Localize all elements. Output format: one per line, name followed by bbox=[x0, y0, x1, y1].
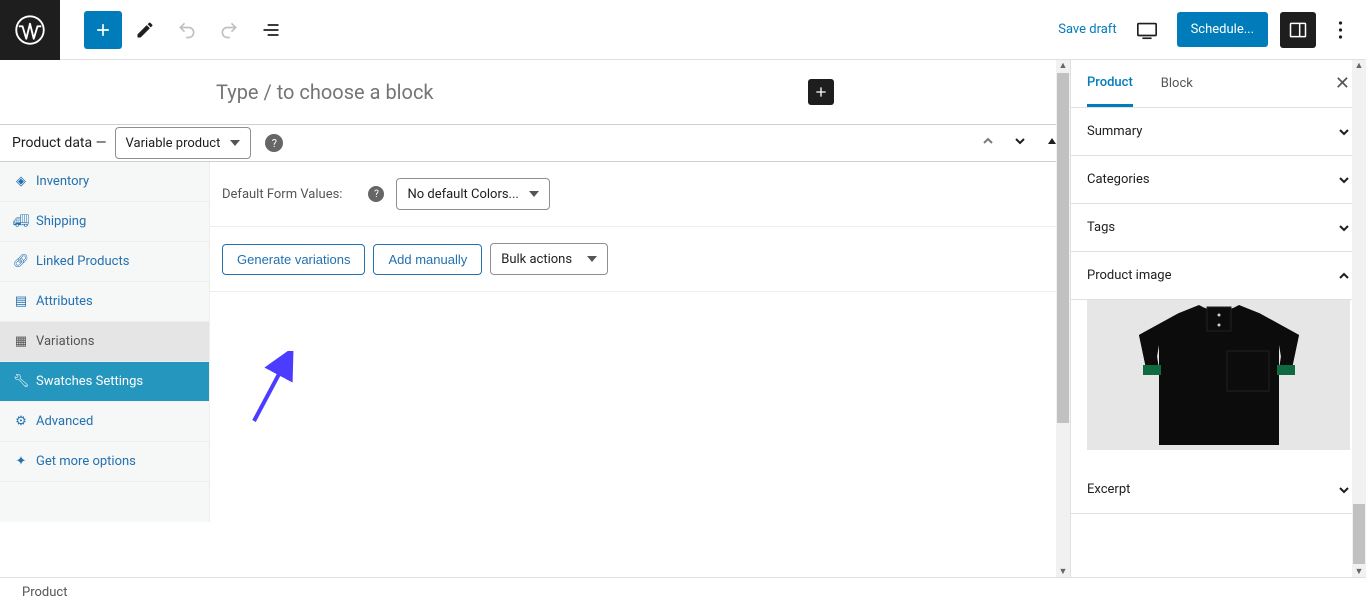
tab-advanced[interactable]: ⚙ Advanced bbox=[0, 402, 209, 442]
wordpress-logo[interactable] bbox=[0, 0, 60, 60]
chevron-down-icon bbox=[1338, 174, 1350, 186]
bulk-actions-select[interactable]: Bulk actions bbox=[490, 243, 608, 275]
section-label: Product image bbox=[1087, 268, 1172, 283]
grid-icon: ▦ bbox=[14, 334, 28, 349]
tab-swatches-settings[interactable]: 🔧︎ Swatches Settings bbox=[0, 362, 209, 402]
toolbar-right: Save draft Schedule... bbox=[1058, 12, 1366, 48]
link-icon: 🔗︎ bbox=[14, 254, 28, 269]
chevron-down-icon bbox=[1338, 484, 1350, 496]
undo-button[interactable] bbox=[168, 11, 206, 49]
panel-down-icon[interactable] bbox=[1014, 135, 1026, 151]
default-form-label: Default Form Values: bbox=[222, 187, 342, 202]
panel-up-icon[interactable] bbox=[982, 135, 994, 151]
block-placeholder-text: Type / to choose a block bbox=[216, 80, 434, 104]
close-icon[interactable]: ✕ bbox=[1335, 73, 1350, 94]
tab-label: Variations bbox=[36, 334, 94, 349]
gear-icon: ⚙ bbox=[14, 414, 28, 429]
inline-add-block-button[interactable] bbox=[808, 79, 834, 105]
tab-linked-products[interactable]: 🔗︎ Linked Products bbox=[0, 242, 209, 282]
product-type-select[interactable]: Variable product bbox=[115, 127, 252, 159]
product-data-body: ◈Inventory 🚚︎Shipping 🔗︎Linked Products … bbox=[0, 162, 1070, 522]
product-type-selected: Variable product bbox=[126, 136, 221, 151]
product-image bbox=[1087, 300, 1350, 450]
section-label: Summary bbox=[1087, 124, 1142, 139]
add-manually-button[interactable]: Add manually bbox=[373, 244, 482, 275]
section-label: Categories bbox=[1087, 172, 1150, 187]
default-form-selected: No default Colors... bbox=[407, 187, 518, 202]
list-icon: ▤ bbox=[14, 294, 28, 309]
plus-icon: ✦ bbox=[14, 454, 28, 469]
section-label: Excerpt bbox=[1087, 482, 1130, 497]
tab-label: Shipping bbox=[36, 214, 86, 229]
product-image-preview[interactable] bbox=[1071, 300, 1366, 466]
tab-label: Linked Products bbox=[36, 254, 129, 269]
product-data-content: Default Form Values: ? No default Colors… bbox=[210, 162, 1070, 522]
tab-label: Attributes bbox=[36, 294, 93, 309]
editor-main: Type / to choose a block Product data — … bbox=[0, 60, 1070, 577]
tab-get-more-options[interactable]: ✦ Get more options bbox=[0, 442, 209, 482]
sidebar-section-summary[interactable]: Summary bbox=[1071, 108, 1366, 156]
settings-sidebar: Product Block ✕ Summary Categories Tags … bbox=[1070, 60, 1366, 577]
default-form-select[interactable]: No default Colors... bbox=[396, 178, 549, 210]
breadcrumb-item[interactable]: Product bbox=[22, 585, 67, 600]
save-draft-link[interactable]: Save draft bbox=[1058, 22, 1116, 37]
redo-button[interactable] bbox=[210, 11, 248, 49]
toolbar-left bbox=[0, 0, 290, 59]
top-toolbar: Save draft Schedule... bbox=[0, 0, 1366, 60]
section-label: Tags bbox=[1087, 220, 1115, 235]
variations-actions-row: Generate variations Add manually Bulk ac… bbox=[210, 227, 1070, 292]
bulk-actions-selected: Bulk actions bbox=[501, 252, 572, 267]
tab-label: Swatches Settings bbox=[36, 374, 143, 389]
chevron-up-icon bbox=[1338, 270, 1350, 282]
tab-shipping[interactable]: 🚚︎ Shipping bbox=[0, 202, 209, 242]
chevron-down-icon bbox=[1338, 222, 1350, 234]
tab-label: Advanced bbox=[36, 414, 93, 429]
truck-icon: 🚚︎ bbox=[14, 214, 28, 229]
block-inserter-row[interactable]: Type / to choose a block bbox=[0, 60, 1070, 124]
sidebar-section-product-image[interactable]: Product image bbox=[1071, 252, 1366, 300]
sidebar-section-excerpt[interactable]: Excerpt bbox=[1071, 466, 1366, 514]
preview-button[interactable] bbox=[1129, 12, 1165, 48]
sidebar-tab-block[interactable]: Block bbox=[1161, 62, 1193, 105]
editor-workspace: Type / to choose a block Product data — … bbox=[0, 60, 1366, 577]
more-options-button[interactable] bbox=[1328, 20, 1352, 40]
wrench-icon: 🔧︎ bbox=[14, 374, 28, 389]
chevron-down-icon bbox=[1338, 126, 1350, 138]
schedule-button[interactable]: Schedule... bbox=[1177, 12, 1268, 47]
help-icon[interactable]: ? bbox=[265, 134, 283, 152]
tab-attributes[interactable]: ▤ Attributes bbox=[0, 282, 209, 322]
tab-variations[interactable]: ▦ Variations bbox=[0, 322, 209, 362]
panel-header-controls bbox=[982, 135, 1058, 151]
settings-panel-toggle[interactable] bbox=[1280, 12, 1316, 48]
default-form-values-row: Default Form Values: ? No default Colors… bbox=[210, 162, 1070, 227]
sidebar-scrollbar[interactable]: ▲ ▼ bbox=[1352, 60, 1366, 577]
sidebar-tabs: Product Block ✕ bbox=[1071, 60, 1366, 108]
sidebar-section-tags[interactable]: Tags bbox=[1071, 204, 1366, 252]
help-icon[interactable]: ? bbox=[368, 186, 384, 202]
tab-label: Inventory bbox=[36, 174, 89, 189]
add-block-button[interactable] bbox=[84, 11, 122, 49]
breadcrumb-footer: Product bbox=[0, 577, 1366, 607]
generate-variations-button[interactable]: Generate variations bbox=[222, 244, 365, 275]
sidebar-section-categories[interactable]: Categories bbox=[1071, 156, 1366, 204]
editor-scrollbar[interactable]: ▲ ▼ bbox=[1056, 60, 1070, 577]
tag-icon: ◈ bbox=[14, 174, 28, 189]
product-data-label: Product data — bbox=[12, 135, 107, 151]
edit-tool-button[interactable] bbox=[126, 11, 164, 49]
product-data-header: Product data — Variable product ? bbox=[0, 124, 1070, 162]
tab-label: Get more options bbox=[36, 454, 136, 469]
sidebar-tab-product[interactable]: Product bbox=[1087, 61, 1133, 107]
tab-inventory[interactable]: ◈ Inventory bbox=[0, 162, 209, 202]
product-data-tabs: ◈Inventory 🚚︎Shipping 🔗︎Linked Products … bbox=[0, 162, 210, 522]
document-overview-button[interactable] bbox=[252, 11, 290, 49]
